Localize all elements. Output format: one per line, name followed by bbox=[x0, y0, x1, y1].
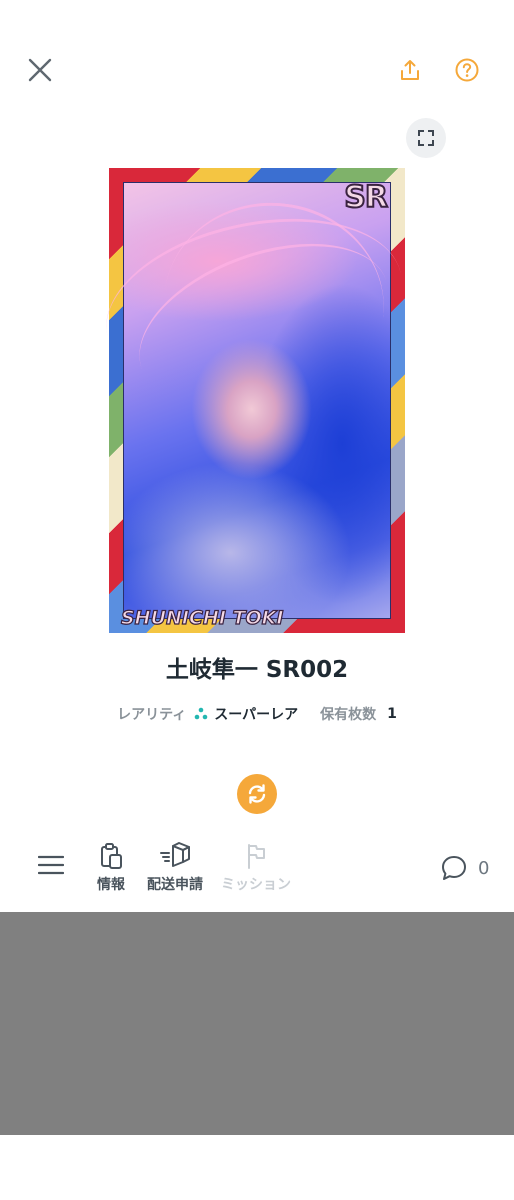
card-photo bbox=[90, 182, 418, 619]
rarity-value: スーパーレア bbox=[214, 707, 299, 723]
card-title: 土岐隼一 SR002 bbox=[165, 657, 349, 683]
expand-button[interactable] bbox=[406, 118, 446, 158]
refresh-button[interactable] bbox=[237, 774, 277, 814]
close-icon bbox=[28, 58, 52, 82]
rarity-label: レアリティ bbox=[117, 707, 187, 723]
menu-button[interactable] bbox=[36, 850, 66, 880]
content-placeholder bbox=[0, 912, 514, 1135]
share-icon bbox=[401, 60, 419, 80]
owned-label: 保有枚数 bbox=[320, 707, 377, 723]
close-button[interactable] bbox=[22, 52, 58, 88]
refresh-icon bbox=[248, 784, 266, 804]
owned-count: 1 bbox=[387, 706, 397, 722]
tool-shipping-label: 配送申請 bbox=[147, 877, 203, 893]
speech-bubble-icon bbox=[442, 856, 466, 880]
clipboard-icon bbox=[101, 843, 122, 869]
card-image[interactable]: SR SHUNICHI TOKI bbox=[90, 168, 418, 633]
delivery-box-icon bbox=[160, 842, 190, 867]
comment-count: 0 bbox=[478, 857, 490, 879]
tool-info-label: 情報 bbox=[97, 877, 125, 893]
help-circle-icon bbox=[455, 58, 479, 82]
share-button[interactable] bbox=[394, 54, 426, 86]
card-rank-mark: SR bbox=[343, 179, 389, 216]
meta-row: レアリティ スーパーレア 保有枚数 1 bbox=[0, 704, 514, 724]
comment-button[interactable]: 0 bbox=[440, 854, 489, 882]
tool-info[interactable]: 情報 bbox=[88, 842, 134, 894]
menu-icon bbox=[38, 855, 64, 875]
flag-icon bbox=[248, 844, 265, 869]
help-button[interactable] bbox=[451, 54, 483, 86]
tool-shipping[interactable]: 配送申請 bbox=[142, 842, 208, 894]
expand-icon bbox=[418, 130, 434, 146]
tool-mission[interactable]: ミッション bbox=[214, 842, 298, 894]
rarity-icon bbox=[194, 707, 208, 720]
tool-mission-label: ミッション bbox=[221, 877, 291, 893]
card-name-art: SHUNICHI TOKI bbox=[120, 606, 284, 629]
